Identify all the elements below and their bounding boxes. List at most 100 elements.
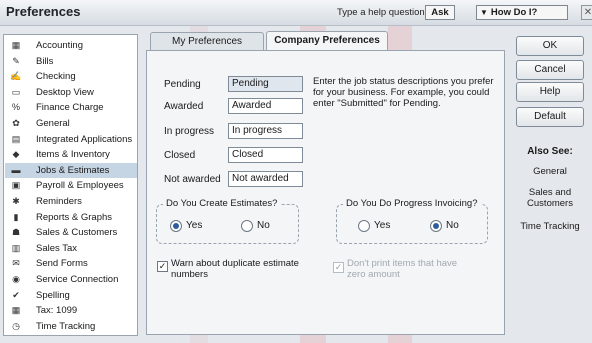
ask-button[interactable]: Ask bbox=[425, 5, 455, 20]
progress-no-label[interactable]: No bbox=[446, 220, 459, 231]
sidebar-item-send-forms[interactable]: ✉ Send Forms bbox=[5, 256, 137, 271]
progress-yes-label[interactable]: Yes bbox=[374, 220, 390, 231]
sidebar-item-label: Checking bbox=[36, 71, 76, 83]
sidebar-item-label: General bbox=[36, 118, 70, 129]
finance-charge-icon: % bbox=[11, 102, 20, 113]
status-label-in-progress: In progress bbox=[164, 126, 215, 137]
how-do-i-label: How Do I? bbox=[490, 7, 538, 18]
sidebar-item-tax-1099[interactable]: ▦ Tax: 1099 bbox=[5, 303, 137, 318]
tab-my-preferences-label: My Preferences bbox=[171, 36, 243, 47]
also-see-sales-customers-link[interactable]: Sales and Customers bbox=[513, 187, 587, 209]
warn-duplicate-label[interactable]: Warn about duplicate estimate numbers bbox=[171, 258, 303, 280]
status-input-not-awarded[interactable]: Not awarded bbox=[228, 171, 303, 187]
service-connection-icon: ◉ bbox=[12, 274, 20, 284]
sidebar-item-label: Accounting bbox=[36, 40, 84, 51]
sidebar-item-accounting[interactable]: ▦ Accounting bbox=[5, 38, 137, 53]
also-see-general-link[interactable]: General bbox=[513, 166, 587, 177]
close-icon[interactable]: ✕ bbox=[581, 5, 592, 20]
sales-tax-icon: ▥ bbox=[11, 242, 21, 253]
sidebar-item-jobs-estimates[interactable]: ▬ Jobs & Estimates bbox=[5, 162, 137, 178]
sidebar-item-general[interactable]: ✿ General bbox=[5, 116, 137, 131]
dropdown-triangle-icon: ▼ bbox=[480, 8, 488, 17]
sidebar-item-label: Items & Inventory bbox=[36, 149, 110, 161]
sidebar-item-sales-customers[interactable]: ☗ Sales & Customers bbox=[5, 225, 137, 240]
spelling-icon: ✔ bbox=[12, 289, 20, 300]
sidebar-item-payroll-employees[interactable]: ▣ Payroll & Employees bbox=[5, 178, 137, 193]
checking-icon: ✍ bbox=[10, 71, 22, 82]
estimates-yes-radio[interactable] bbox=[170, 220, 182, 232]
job-status-help-text: Enter the job status descriptions you pr… bbox=[313, 76, 494, 109]
sidebar-item-integrated-applications[interactable]: ▤ Integrated Applications bbox=[5, 132, 137, 147]
reports-graphs-icon: ▮ bbox=[13, 211, 19, 222]
items-inventory-icon: ◆ bbox=[12, 149, 20, 160]
sidebar-item-label: Finance Charge bbox=[36, 102, 104, 114]
sidebar-item-label: Tax: 1099 bbox=[36, 305, 78, 317]
sidebar-item-label: Send Forms bbox=[36, 258, 88, 270]
ok-button[interactable]: OK bbox=[516, 36, 584, 56]
sales-customers-icon: ☗ bbox=[11, 227, 21, 238]
sidebar-item-label: Desktop View bbox=[36, 86, 94, 98]
time-tracking-icon: ◷ bbox=[12, 320, 20, 331]
default-button[interactable]: Default bbox=[516, 107, 584, 127]
sidebar-item-label: Time Tracking bbox=[36, 320, 96, 332]
sidebar-item-label: Sales Tax bbox=[36, 242, 78, 254]
sidebar-item-label: Jobs & Estimates bbox=[36, 164, 110, 176]
create-estimates-title: Do You Create Estimates? bbox=[163, 198, 281, 209]
cancel-button[interactable]: Cancel bbox=[516, 60, 584, 80]
sidebar-item-sales-tax[interactable]: ▥ Sales Tax bbox=[5, 241, 137, 256]
estimates-no-radio[interactable] bbox=[241, 220, 253, 232]
status-label-not-awarded: Not awarded bbox=[164, 174, 221, 185]
status-input-in-progress[interactable]: In progress bbox=[228, 123, 303, 139]
sidebar-item-label: Payroll & Employees bbox=[36, 180, 124, 192]
status-input-closed[interactable]: Closed bbox=[228, 147, 303, 163]
how-do-i-button[interactable]: ▼ How Do I? bbox=[476, 5, 568, 20]
title-bar: Preferences Type a help question Ask ▼ Ho… bbox=[0, 0, 592, 26]
sidebar-item-checking[interactable]: ✍ Checking bbox=[5, 69, 137, 84]
sidebar-item-label: Bills bbox=[36, 55, 54, 67]
sidebar-item-items-inventory[interactable]: ◆ Items & Inventory bbox=[5, 147, 137, 162]
window-title: Preferences bbox=[6, 4, 81, 19]
sidebar-item-time-tracking[interactable]: ◷ Time Tracking bbox=[5, 319, 137, 334]
send-forms-icon: ✉ bbox=[12, 258, 20, 269]
sidebar-item-service-connection[interactable]: ◉ Service Connection bbox=[5, 272, 137, 287]
sidebar-item-label: Reports & Graphs bbox=[36, 211, 113, 223]
dont-print-zero-checkbox[interactable]: ✓ bbox=[333, 262, 344, 273]
sidebar-item-label: Integrated Applications bbox=[36, 133, 133, 145]
sidebar-item-finance-charge[interactable]: % Finance Charge bbox=[5, 100, 137, 115]
general-icon: ✿ bbox=[12, 118, 20, 128]
sidebar-item-label: Service Connection bbox=[36, 274, 119, 285]
tax-1099-icon: ▦ bbox=[11, 305, 21, 316]
progress-yes-radio[interactable] bbox=[358, 220, 370, 232]
sidebar-item-reminders[interactable]: ✱ Reminders bbox=[5, 194, 137, 209]
also-see-time-tracking-link[interactable]: Time Tracking bbox=[513, 221, 587, 232]
status-label-awarded: Awarded bbox=[164, 101, 204, 112]
estimates-yes-label[interactable]: Yes bbox=[186, 220, 202, 231]
help-button[interactable]: Help bbox=[516, 82, 584, 102]
integrated-applications-icon: ▤ bbox=[11, 133, 21, 144]
dont-print-zero-label[interactable]: Don't print items that have zero amount bbox=[347, 258, 475, 280]
payroll-employees-icon: ▣ bbox=[11, 180, 21, 191]
status-input-pending[interactable]: Pending bbox=[228, 76, 303, 92]
sidebar-item-desktop-view[interactable]: ▭ Desktop View bbox=[5, 85, 137, 100]
status-label-closed: Closed bbox=[164, 150, 196, 161]
status-label-pending: Pending bbox=[164, 79, 201, 90]
status-input-awarded[interactable]: Awarded bbox=[228, 98, 303, 114]
preferences-category-list: ▦ Accounting ✎ Bills ✍ Checking ▭ Desktop View%… bbox=[3, 34, 138, 336]
also-see-title: Also See: bbox=[527, 146, 573, 157]
sidebar-item-label: Sales & Customers bbox=[36, 227, 118, 239]
help-question-label: Type a help question bbox=[337, 7, 425, 18]
tab-my-preferences[interactable]: My Preferences bbox=[150, 32, 264, 50]
sidebar-item-label: Spelling bbox=[36, 289, 70, 301]
progress-no-radio[interactable] bbox=[430, 220, 442, 232]
accounting-icon: ▦ bbox=[11, 40, 21, 50]
jobs-estimates-icon: ▬ bbox=[11, 164, 21, 175]
sidebar-item-spelling[interactable]: ✔ Spelling bbox=[5, 288, 137, 303]
progress-invoicing-title: Do You Do Progress Invoicing? bbox=[343, 198, 481, 209]
warn-duplicate-checkbox[interactable]: ✓ bbox=[157, 261, 168, 272]
desktop-view-icon: ▭ bbox=[11, 86, 21, 97]
estimates-no-label[interactable]: No bbox=[257, 220, 270, 231]
sidebar-item-reports-graphs[interactable]: ▮ Reports & Graphs bbox=[5, 210, 137, 225]
sidebar-item-bills[interactable]: ✎ Bills bbox=[5, 54, 137, 69]
sidebar-item-label: Reminders bbox=[36, 196, 82, 207]
tab-company-preferences[interactable]: Company Preferences bbox=[266, 31, 388, 51]
